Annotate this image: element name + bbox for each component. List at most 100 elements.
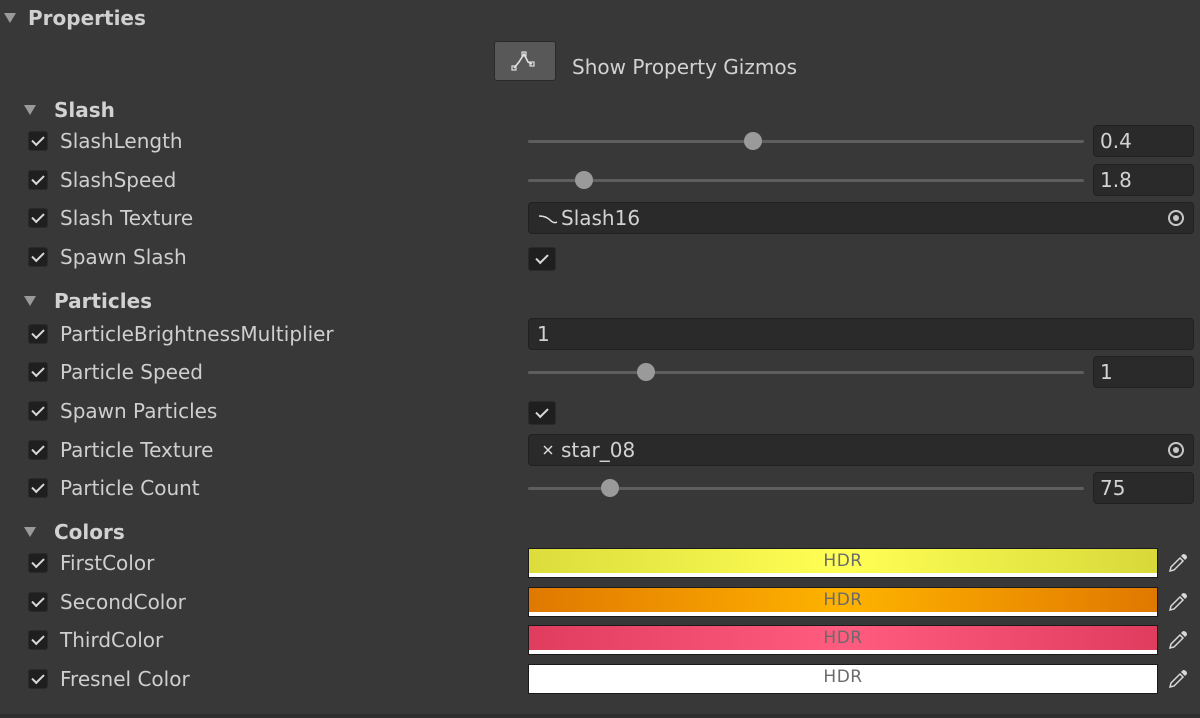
property-row-slash-length: SlashLength 0.4	[0, 124, 1200, 158]
texture-object-field[interactable]: Slash16	[528, 202, 1194, 234]
property-label: Slash Texture	[60, 206, 194, 230]
checkmark-icon	[535, 404, 549, 419]
color-swatch-field[interactable]: HDR	[528, 664, 1158, 694]
property-override-checkbox[interactable]	[28, 553, 48, 573]
property-label: Fresnel Color	[60, 667, 190, 691]
section-slash[interactable]: Slash	[24, 97, 115, 123]
foldout-arrow-icon[interactable]	[24, 105, 36, 115]
eyedropper-icon[interactable]	[1162, 625, 1194, 655]
value-field[interactable]: 1	[1093, 356, 1194, 388]
slider-track[interactable]	[528, 179, 1084, 182]
property-override-checkbox[interactable]	[28, 324, 48, 344]
color-swatch-field[interactable]: HDR	[528, 625, 1158, 655]
property-row-particle-texture: Particle Texture star_08	[0, 433, 1200, 467]
object-picker-icon[interactable]	[1159, 435, 1193, 465]
section-title-particles: Particles	[54, 289, 153, 313]
property-row-second-color: SecondColor HDR	[0, 585, 1200, 619]
hdr-label: HDR	[823, 551, 863, 571]
property-override-checkbox[interactable]	[28, 478, 48, 498]
checkmark-icon	[31, 593, 45, 608]
hdr-label: HDR	[823, 628, 863, 648]
property-row-spawn-particles: Spawn Particles	[0, 394, 1200, 428]
property-override-checkbox[interactable]	[28, 630, 48, 650]
property-override-checkbox[interactable]	[28, 170, 48, 190]
slider-thumb[interactable]	[575, 171, 594, 189]
property-override-checkbox[interactable]	[28, 440, 48, 460]
color-swatch-field[interactable]: HDR	[528, 587, 1158, 617]
checkmark-icon	[31, 248, 45, 263]
section-colors[interactable]: Colors	[24, 519, 125, 545]
property-row-particle-speed: Particle Speed 1	[0, 355, 1200, 389]
color-swatch: HDR	[529, 665, 1157, 689]
checkmark-icon	[31, 132, 45, 147]
property-row-slash-texture: Slash Texture Slash16	[0, 201, 1200, 235]
property-override-checkbox[interactable]	[28, 669, 48, 689]
foldout-arrow-icon[interactable]	[4, 13, 16, 23]
property-row-slash-speed: SlashSpeed 1.8	[0, 163, 1200, 197]
hdr-label: HDR	[823, 590, 863, 610]
eyedropper-icon[interactable]	[1162, 664, 1194, 694]
checkmark-icon	[31, 209, 45, 224]
section-particles[interactable]: Particles	[24, 288, 152, 314]
spawn-particles-toggle[interactable]	[528, 401, 556, 425]
foldout-arrow-icon[interactable]	[24, 296, 36, 306]
checkmark-icon	[31, 631, 45, 646]
property-row-spawn-slash: Spawn Slash	[0, 240, 1200, 274]
property-override-checkbox[interactable]	[28, 247, 48, 267]
show-property-gizmos-button[interactable]	[494, 41, 556, 81]
slider-thumb[interactable]	[601, 479, 620, 497]
checkmark-icon	[31, 479, 45, 494]
property-override-checkbox[interactable]	[28, 592, 48, 612]
checkmark-icon	[31, 670, 45, 685]
section-title-colors: Colors	[54, 520, 125, 544]
checkmark-icon	[535, 250, 549, 265]
color-swatch: HDR	[529, 588, 1157, 612]
property-label: SecondColor	[60, 590, 186, 614]
color-swatch-field[interactable]: HDR	[528, 548, 1158, 578]
texture-object-name: Slash16	[561, 206, 641, 230]
property-override-checkbox[interactable]	[28, 208, 48, 228]
panel-divider	[0, 714, 1200, 718]
property-label: ThirdColor	[60, 628, 164, 652]
gizmo-curve-icon	[511, 51, 535, 71]
value-field[interactable]: 0.4	[1093, 125, 1194, 157]
property-override-checkbox[interactable]	[28, 362, 48, 382]
checkmark-icon	[31, 325, 45, 340]
property-row-particle-brightness: ParticleBrightnessMultiplier 1	[0, 317, 1200, 351]
property-override-checkbox[interactable]	[28, 131, 48, 151]
eyedropper-icon[interactable]	[1162, 548, 1194, 578]
checkmark-icon	[31, 554, 45, 569]
property-label: ParticleBrightnessMultiplier	[60, 322, 334, 346]
texture-thumbnail-icon	[537, 439, 559, 461]
checkmark-icon	[31, 402, 45, 417]
texture-object-field[interactable]: star_08	[528, 434, 1194, 466]
foldout-arrow-icon[interactable]	[24, 527, 36, 537]
spawn-slash-toggle[interactable]	[528, 247, 556, 271]
property-row-third-color: ThirdColor HDR	[0, 623, 1200, 657]
show-property-gizmos-label: Show Property Gizmos	[572, 55, 797, 79]
slider-thumb[interactable]	[744, 132, 763, 150]
property-label: SlashLength	[60, 129, 183, 153]
property-label: FirstColor	[60, 551, 155, 575]
eyedropper-icon[interactable]	[1162, 587, 1194, 617]
alpha-bar	[529, 650, 1157, 654]
value-field[interactable]: 1	[528, 318, 1194, 350]
object-picker-icon[interactable]	[1159, 203, 1193, 233]
alpha-bar	[529, 689, 1157, 693]
color-swatch: HDR	[529, 549, 1157, 573]
slider-thumb[interactable]	[637, 363, 656, 381]
checkmark-icon	[31, 441, 45, 456]
alpha-bar	[529, 612, 1157, 616]
property-override-checkbox[interactable]	[28, 401, 48, 421]
property-row-fresnel-color: Fresnel Color HDR	[0, 662, 1200, 696]
checkmark-icon	[31, 171, 45, 186]
alpha-bar	[529, 573, 1157, 577]
properties-header[interactable]: Properties	[0, 4, 146, 32]
value-field[interactable]: 1.8	[1093, 164, 1194, 196]
property-label: SlashSpeed	[60, 168, 177, 192]
property-label: Particle Count	[60, 476, 200, 500]
slider-track[interactable]	[528, 140, 1084, 143]
property-row-particle-count: Particle Count 75	[0, 471, 1200, 505]
value-field[interactable]: 75	[1093, 472, 1194, 504]
slider-track[interactable]	[528, 371, 1084, 374]
